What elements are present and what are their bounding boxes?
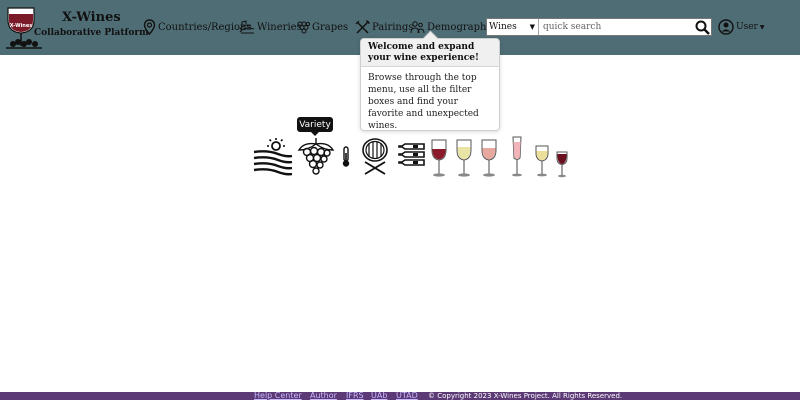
user-avatar-icon — [718, 19, 734, 35]
rose-wine-glass-icon[interactable] — [479, 138, 499, 178]
popover-title: Welcome and expand your wine experience! — [361, 39, 499, 67]
nav-grapes[interactable]: Grapes — [296, 17, 348, 37]
user-label: User — [736, 22, 758, 32]
brand[interactable]: X-Wines X-Wines Collaborative Platform — [4, 4, 149, 52]
search-icon — [695, 20, 710, 35]
nav-label: Wineries — [257, 21, 302, 33]
search-category-value: Wines — [489, 22, 517, 32]
filter-icon-row — [0, 136, 800, 181]
nav-demographic[interactable]: Demographic — [410, 17, 495, 37]
grapes-icon — [297, 21, 310, 34]
people-icon — [410, 20, 425, 33]
footer-link-author[interactable]: Author — [310, 392, 337, 400]
grape-variety-icon[interactable] — [296, 136, 336, 176]
brand-subtitle: Collaborative Platform — [34, 28, 149, 38]
caret-down-icon: ▼ — [759, 23, 765, 31]
chevron-down-icon: ▼ — [529, 23, 535, 31]
nav-wineries[interactable]: Wineries — [239, 17, 302, 37]
nav-label: Countries/Regions — [158, 21, 252, 33]
logo-text: X-Wines — [10, 23, 32, 29]
welcome-popover: Welcome and expand your wine experience!… — [360, 38, 500, 131]
nav-countries-regions[interactable]: Countries/Regions — [143, 17, 252, 37]
footer-link-utad[interactable]: UTAD — [396, 392, 418, 400]
vineyard-sun-icon[interactable] — [252, 138, 294, 176]
fortified-wine-glass-icon[interactable] — [555, 150, 569, 178]
nav-pairings[interactable]: Pairings — [355, 17, 413, 37]
user-menu[interactable]: User ▼ — [718, 17, 764, 37]
brand-title: X-Wines — [62, 10, 121, 25]
search-input[interactable] — [539, 19, 693, 35]
map-pin-icon — [143, 19, 156, 35]
search-category-select[interactable]: Wines ▼ — [487, 19, 539, 35]
nav-label: Demographic — [427, 21, 496, 33]
variety-tooltip: Variety — [297, 117, 333, 136]
red-wine-glass-icon[interactable] — [429, 138, 449, 178]
white-wine-glass-icon[interactable] — [454, 138, 474, 178]
footer: Help Center Author IFRS UAb UTAD © Copyr… — [0, 392, 800, 400]
barrel-icon[interactable] — [360, 136, 390, 176]
dessert-wine-glass-icon[interactable] — [533, 144, 551, 178]
nav-label: Grapes — [312, 21, 349, 33]
nav-label: Pairings — [372, 21, 414, 33]
search-bar: Wines ▼ — [486, 18, 712, 36]
bottles-icon[interactable] — [398, 142, 426, 170]
sparkling-wine-glass-icon[interactable] — [510, 136, 524, 178]
fork-knife-icon — [355, 19, 370, 33]
vineyard-icon — [239, 20, 255, 34]
footer-copyright: © Copyright 2023 X-Wines Project. All Ri… — [428, 392, 623, 400]
footer-link-ifrs[interactable]: IFRS — [346, 392, 364, 400]
footer-link-help-center[interactable]: Help Center — [254, 392, 302, 400]
thermometer-icon[interactable] — [341, 146, 351, 168]
search-button[interactable] — [693, 19, 711, 35]
popover-body: Browse through the top menu, use all the… — [368, 73, 479, 131]
footer-link-uab[interactable]: UAb — [371, 392, 387, 400]
